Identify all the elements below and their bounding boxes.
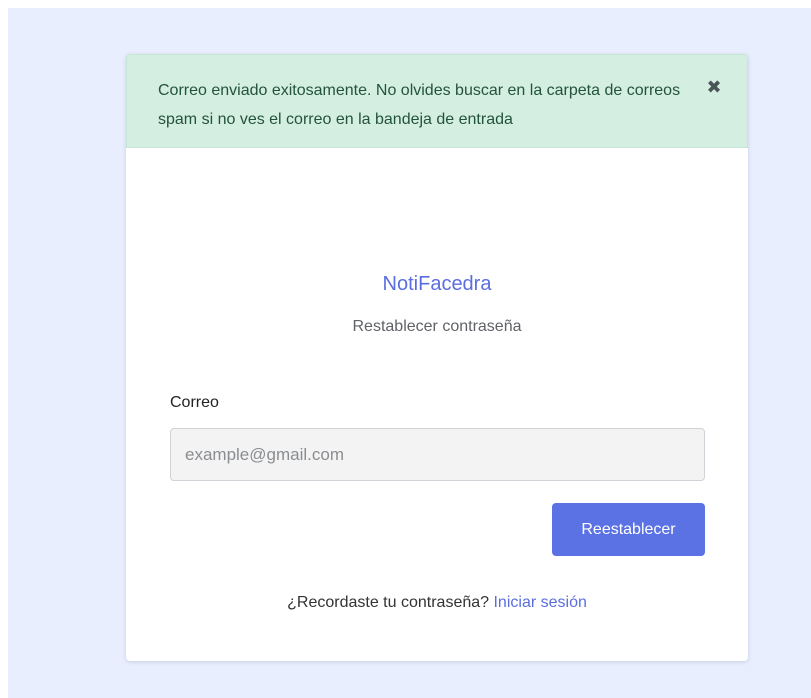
login-prompt: ¿Recordaste tu contraseña? Iniciar sesió…: [126, 594, 748, 612]
login-link[interactable]: Iniciar sesión: [493, 594, 586, 611]
page-subtitle: Restablecer contraseña: [352, 318, 522, 335]
alert-message: Correo enviado exitosamente. No olvides …: [158, 82, 681, 128]
email-input[interactable]: [170, 428, 705, 481]
login-question: ¿Recordaste tu contraseña?: [287, 594, 494, 611]
reset-password-card: Correo enviado exitosamente. No olvides …: [126, 54, 748, 661]
email-label: Correo: [170, 394, 219, 411]
brand-name: NotiFacedra: [382, 273, 492, 295]
reset-button[interactable]: Reestablecer: [552, 503, 705, 556]
close-icon[interactable]: ✖: [705, 78, 723, 96]
success-alert: Correo enviado exitosamente. No olvides …: [126, 54, 748, 148]
